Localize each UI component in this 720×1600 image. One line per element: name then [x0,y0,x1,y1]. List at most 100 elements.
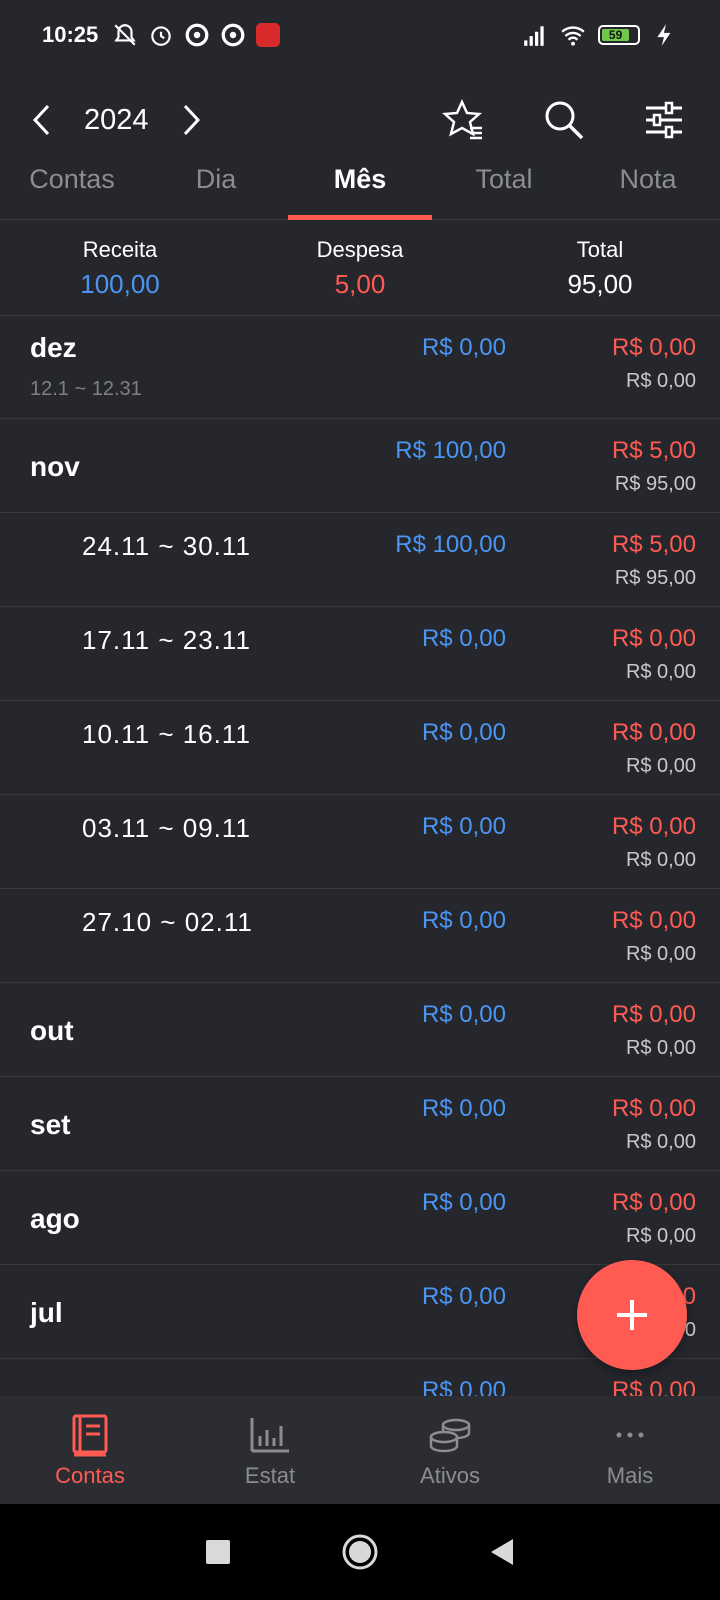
system-navigation-bar [0,1504,720,1600]
month-range: 12.1 ~ 12.31 [30,378,142,400]
expense-value: 5,00 [334,268,386,299]
expense-label: Despesa [316,236,404,262]
week-range: 27.10 ~ 02.11 [82,907,253,937]
charging-icon [657,24,671,46]
month-name: out [30,1015,74,1046]
list-item[interactable]: 03.11 ~ 09.11 R$ 0,00 R$ 0,00 R$ 0,00 [0,795,720,889]
summary-expense: Despesa 5,00 [240,221,480,315]
tab-mes[interactable]: Mês [288,140,432,220]
alarm-icon [151,26,172,46]
row-expense: R$ 0,00 [611,1001,696,1028]
row-income: R$ 100,00 [395,531,506,558]
list-item[interactable]: 10.11 ~ 16.11 R$ 0,00 R$ 0,00 R$ 0,00 [0,701,720,795]
home-button[interactable] [341,1533,379,1571]
status-time: 10:25 [42,22,99,47]
status-bar: 10:25 59 [0,0,720,70]
row-total: R$ 0,00 [625,849,696,871]
row-total: R$ 0,00 [625,1037,696,1059]
back-button[interactable] [489,1538,515,1566]
month-name: nov [30,451,80,482]
nav-label: Ativos [420,1463,480,1488]
list-item[interactable]: nov R$ 100,00 R$ 5,00 R$ 95,00 [0,419,720,513]
row-total: R$ 0,00 [625,1225,696,1247]
row-expense: R$ 0,00 [611,813,696,840]
row-expense: R$ 0,00 [611,907,696,934]
next-year-button[interactable] [169,98,213,142]
row-income: R$ 0,00 [421,1377,506,1396]
list-item[interactable]: set R$ 0,00 R$ 0,00 R$ 0,00 [0,1077,720,1171]
list-item[interactable]: out R$ 0,00 R$ 0,00 R$ 0,00 [0,983,720,1077]
list-item[interactable]: 27.10 ~ 02.11 R$ 0,00 R$ 0,00 R$ 0,00 [0,889,720,983]
nav-label: Mais [606,1463,654,1488]
nav-label: Contas [55,1463,125,1488]
year-label[interactable]: 2024 [84,104,149,137]
row-total: R$ 0,00 [625,370,696,392]
tab-contas[interactable]: Contas [0,140,144,219]
summary-total: Total 95,00 [480,221,720,315]
tab-dia[interactable]: Dia [144,140,288,219]
summary-bar: Receita 100,00 Despesa 5,00 Total 95,00 [0,221,720,316]
row-income: R$ 0,00 [421,813,506,840]
chevron-left-icon [32,104,50,136]
row-income: R$ 0,00 [421,1189,506,1216]
signal-icon [524,26,544,46]
list-item[interactable]: ago R$ 0,00 R$ 0,00 R$ 0,00 [0,1171,720,1265]
row-total: R$ 0,00 [625,755,696,777]
plus-icon [617,1300,647,1330]
nav-label: Estat [244,1463,296,1488]
row-total: R$ 0,00 [625,1131,696,1153]
row-total: R$ 95,00 [614,473,696,495]
income-value: 100,00 [80,268,160,299]
search-icon [545,101,584,140]
row-expense: R$ 0,00 [611,719,696,746]
sync-icon-2 [221,23,245,47]
nav-ativos[interactable]: Ativos [360,1396,540,1504]
chevron-right-icon [183,104,200,136]
row-expense: R$ 0,00 [611,1095,696,1122]
row-income: R$ 0,00 [421,334,506,361]
previous-year-button[interactable] [20,98,64,142]
sliders-icon [646,101,682,139]
income-label: Receita [82,236,158,262]
list-item[interactable]: 17.11 ~ 23.11 R$ 0,00 R$ 0,00 R$ 0,00 [0,607,720,701]
tab-total[interactable]: Total [432,140,576,219]
period-list: dez 12.1 ~ 12.31 R$ 0,00 R$ 0,00 R$ 0,00… [0,316,720,1396]
book-icon [70,1411,110,1459]
star-list-icon [442,98,483,140]
total-value: 95,00 [567,268,633,299]
period-tabs: Contas Dia Mês Total Nota [0,140,720,220]
month-name: jul [30,1297,63,1328]
mute-bell-icon [114,24,136,46]
row-expense: R$ 0,00 [611,334,696,361]
wifi-icon [561,26,585,46]
battery-icon: 59 [598,25,640,45]
month-name: ago [30,1203,80,1234]
summary-income: Receita 100,00 [0,221,240,315]
add-transaction-button[interactable] [577,1260,687,1370]
coins-icon [428,1411,472,1459]
row-expense: R$ 0,00 [611,1377,696,1396]
nav-mais[interactable]: Mais [540,1396,720,1504]
week-range: 17.11 ~ 23.11 [82,625,251,655]
tab-nota[interactable]: Nota [576,140,720,219]
row-income: R$ 0,00 [421,1001,506,1028]
nav-contas[interactable]: Contas [0,1396,180,1504]
row-total: R$ 95,00 [614,567,696,589]
row-income: R$ 0,00 [421,1283,506,1310]
row-expense: R$ 0,00 [611,625,696,652]
row-total: R$ 0,00 [625,943,696,965]
row-income: R$ 0,00 [421,719,506,746]
row-income: R$ 0,00 [421,1095,506,1122]
month-name: dez [30,332,77,363]
battery-level: 59 [602,29,630,41]
list-item[interactable]: dez 12.1 ~ 12.31 R$ 0,00 R$ 0,00 R$ 0,00 [0,316,720,419]
app-notification-icon [256,23,281,47]
nav-estat[interactable]: Estat [180,1396,360,1504]
row-income: R$ 100,00 [395,437,506,464]
bar-chart-icon [249,1411,291,1459]
recents-button[interactable] [205,1539,231,1565]
month-name: set [30,1109,71,1140]
row-expense: R$ 0,00 [611,1189,696,1216]
list-item[interactable]: 24.11 ~ 30.11 R$ 100,00 R$ 5,00 R$ 95,00 [0,513,720,607]
week-range: 03.11 ~ 09.11 [82,813,251,843]
